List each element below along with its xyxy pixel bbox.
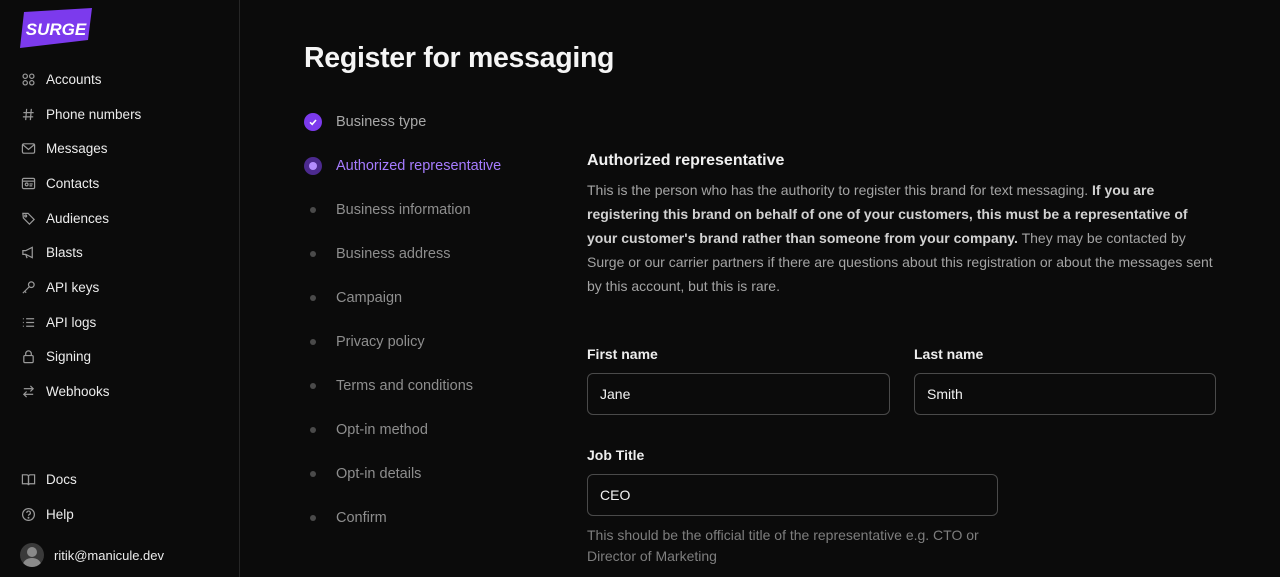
sidebar-item-api-keys[interactable]: API keys (0, 270, 239, 305)
main-content: Register for messaging Business type Aut… (240, 0, 1280, 577)
step-label: Opt-in details (336, 466, 422, 482)
step-label: Terms and conditions (336, 378, 474, 394)
sidebar-item-label: Help (46, 506, 74, 522)
step-business-address[interactable]: Business address (304, 232, 501, 276)
step-dot-icon (304, 333, 322, 351)
step-dot-icon (304, 465, 322, 483)
sidebar-item-label: API keys (46, 279, 100, 295)
sidebar-item-help[interactable]: Help (0, 497, 239, 532)
help-icon (20, 506, 36, 522)
sidebar-item-signing[interactable]: Signing (0, 340, 239, 375)
last-name-label: Last name (914, 346, 984, 362)
step-label: Business address (336, 246, 451, 262)
step-terms-and-conditions[interactable]: Terms and conditions (304, 364, 501, 408)
sidebar-item-label: Audiences (46, 210, 110, 226)
first-name-input[interactable] (587, 373, 890, 415)
job-title-label: Job Title (587, 447, 645, 463)
list-icon (20, 314, 36, 330)
user-email: ritik@manicule.dev (54, 547, 165, 563)
step-opt-in-method[interactable]: Opt-in method (304, 408, 501, 452)
step-label: Authorized representative (336, 158, 502, 174)
job-title-hint: This should be the official title of the… (587, 527, 979, 564)
step-label: Confirm (336, 510, 387, 526)
accounts-icon (20, 71, 36, 87)
step-label: Business type (336, 114, 427, 130)
sidebar-item-phone-numbers[interactable]: Phone numbers (0, 97, 239, 132)
sidebar-item-webhooks[interactable]: Webhooks (0, 374, 239, 409)
sidebar-item-accounts[interactable]: Accounts (0, 62, 239, 97)
page-title: Register for messaging (304, 42, 615, 74)
app-root: SURGE Accounts Phone numbers Messages Co… (0, 0, 1280, 577)
first-name-label: First name (587, 346, 658, 362)
step-dot-icon (304, 289, 322, 307)
representative-form: Authorized representative This is the pe… (587, 152, 1217, 567)
first-name-field: First name (587, 346, 890, 415)
key-icon (20, 279, 36, 295)
step-business-information[interactable]: Business information (304, 188, 501, 232)
sidebar-item-blasts[interactable]: Blasts (0, 235, 239, 270)
contact-card-icon (20, 175, 36, 191)
sidebar-item-label: Webhooks (46, 384, 110, 400)
sidebar-bottom: Docs Help (0, 462, 239, 531)
active-step-icon (304, 157, 322, 175)
sidebar-item-messages[interactable]: Messages (0, 131, 239, 166)
surge-logo[interactable]: SURGE (20, 8, 92, 48)
section-description: This is the person who has the authority… (587, 178, 1217, 298)
tag-icon (20, 210, 36, 226)
sidebar-item-label: Contacts (46, 175, 100, 191)
sidebar-item-label: Messages (46, 141, 108, 157)
step-privacy-policy[interactable]: Privacy policy (304, 320, 501, 364)
sidebar-item-docs[interactable]: Docs (0, 462, 239, 497)
arrows-icon (20, 384, 36, 400)
section-title: Authorized representative (587, 152, 785, 169)
sidebar-item-label: Accounts (46, 71, 102, 87)
stepper: Business type Authorized representative … (304, 100, 501, 540)
sidebar: SURGE Accounts Phone numbers Messages Co… (0, 0, 240, 577)
step-label: Business information (336, 202, 471, 218)
mail-icon (20, 141, 36, 157)
check-circle-icon (304, 113, 322, 131)
name-row: First name Last name (587, 346, 1217, 415)
user-menu[interactable]: ritik@manicule.dev (20, 543, 164, 567)
step-dot-icon (304, 245, 322, 263)
sidebar-item-label: Signing (46, 349, 92, 365)
job-title-input[interactable] (587, 474, 998, 516)
sidebar-item-label: Docs (46, 471, 77, 487)
step-authorized-representative[interactable]: Authorized representative (304, 144, 501, 188)
desc-text: This is the person who has the authority… (587, 182, 1093, 198)
step-label: Opt-in method (336, 422, 428, 438)
sidebar-item-api-logs[interactable]: API logs (0, 305, 239, 340)
step-confirm[interactable]: Confirm (304, 496, 501, 540)
step-label: Campaign (336, 290, 403, 306)
step-dot-icon (304, 201, 322, 219)
megaphone-icon (20, 245, 36, 261)
step-dot-icon (304, 509, 322, 527)
book-icon (20, 471, 36, 487)
avatar (20, 543, 44, 567)
logo-text: SURGE (26, 20, 87, 39)
step-dot-icon (304, 421, 322, 439)
last-name-field: Last name (914, 346, 1216, 415)
job-title-field: Job Title This should be the official ti… (587, 447, 1217, 567)
step-opt-in-details[interactable]: Opt-in details (304, 452, 501, 496)
last-name-input[interactable] (914, 373, 1216, 415)
step-business-type[interactable]: Business type (304, 100, 501, 144)
sidebar-nav: Accounts Phone numbers Messages Contacts… (0, 62, 239, 409)
lock-icon (20, 349, 36, 365)
sidebar-item-label: API logs (46, 314, 97, 330)
step-dot-icon (304, 377, 322, 395)
sidebar-item-label: Blasts (46, 245, 83, 261)
sidebar-item-contacts[interactable]: Contacts (0, 166, 239, 201)
sidebar-item-audiences[interactable]: Audiences (0, 201, 239, 236)
step-campaign[interactable]: Campaign (304, 276, 501, 320)
hash-icon (20, 106, 36, 122)
sidebar-item-label: Phone numbers (46, 106, 142, 122)
step-label: Privacy policy (336, 334, 425, 350)
